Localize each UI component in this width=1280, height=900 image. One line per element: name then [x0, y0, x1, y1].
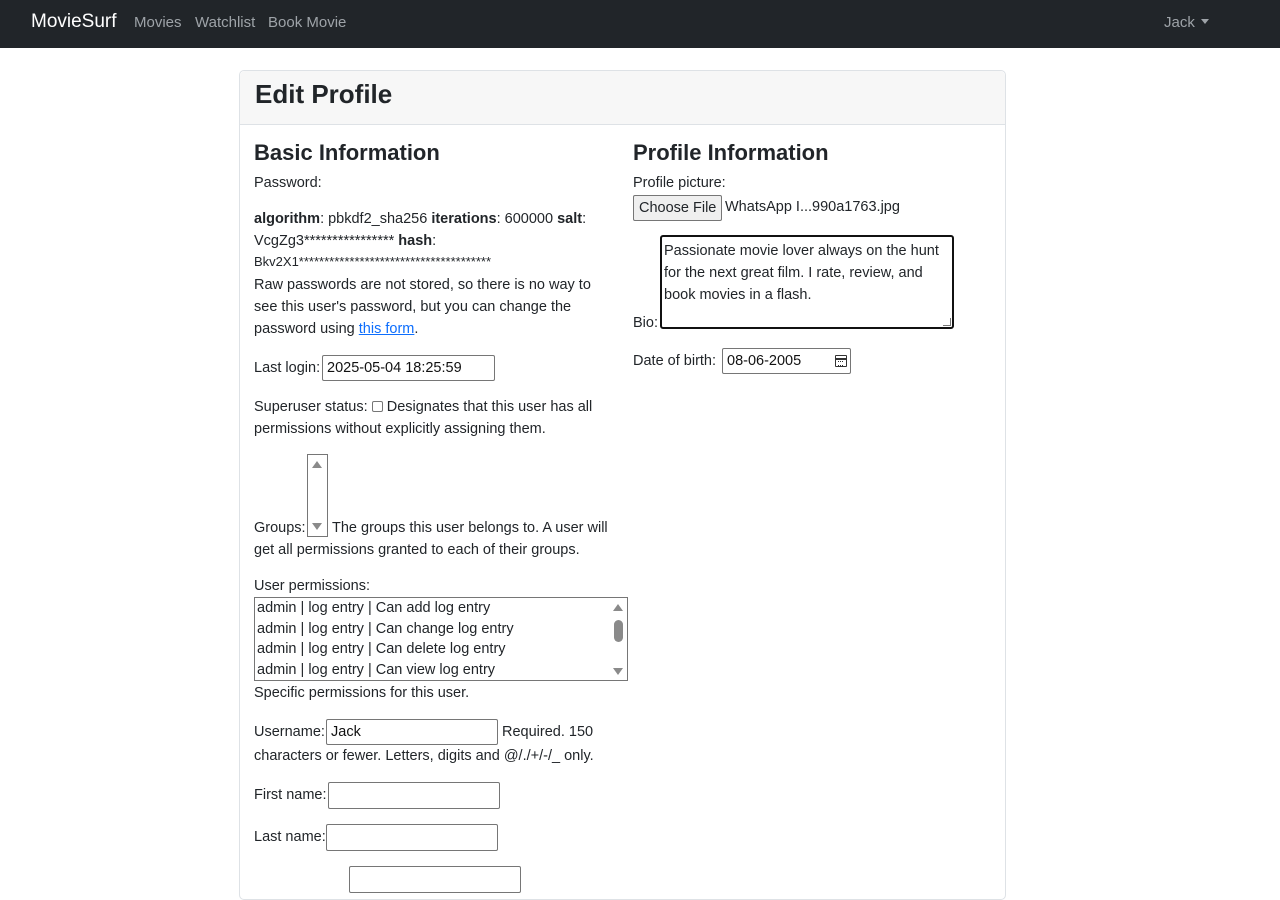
- permissions-help: Specific permissions for this user.: [254, 685, 470, 701]
- superuser-checkbox[interactable]: [371, 401, 383, 412]
- navbar: MovieSurf Movies Watchlist Book Movie Ja…: [0, 0, 1280, 48]
- last-login-label: Last login:: [254, 360, 321, 376]
- hash-algorithm-key: algorithm: [254, 211, 321, 227]
- bio-text: Passionate movie lover always on the hun…: [664, 243, 939, 303]
- date-of-birth-label: Date of birth:: [633, 353, 717, 369]
- hash-hash-key: hash: [398, 233, 433, 249]
- username-input[interactable]: Jack: [326, 719, 498, 745]
- page-title: Edit Profile: [255, 79, 393, 109]
- password-help-pre: Raw passwords are not stored, so there i…: [254, 277, 591, 337]
- last-name-label: Last name:: [254, 829, 326, 845]
- bio-textarea[interactable]: Passionate movie lover always on the hun…: [660, 235, 954, 329]
- last-login-input[interactable]: 2025-05-04 18:25:59: [322, 355, 495, 381]
- permissions-select[interactable]: admin | log entry | Can add log entry ad…: [254, 597, 628, 681]
- password-help-post: .: [414, 321, 419, 337]
- email-input[interactable]: [349, 866, 521, 893]
- card-header: Edit Profile: [240, 71, 1005, 125]
- resize-handle[interactable]: [943, 318, 951, 326]
- superuser-label: Superuser status:: [254, 399, 368, 415]
- first-name-input[interactable]: [328, 782, 500, 809]
- scrollbar-thumb[interactable]: [614, 620, 623, 642]
- permission-option[interactable]: admin | log entry | Can add log entry: [257, 598, 490, 618]
- hash-salt-value: VcgZg3****************: [254, 233, 395, 249]
- edit-profile-card: Edit Profile: [239, 70, 1006, 900]
- hash-iterations-key: iterations: [431, 211, 497, 227]
- profile-info-heading: Profile Information: [633, 140, 829, 165]
- basic-info-heading: Basic Information: [254, 140, 440, 165]
- permission-option[interactable]: admin | log entry | Can change log entry: [257, 619, 514, 639]
- permissions-label: User permissions:: [254, 578, 371, 594]
- nav-link-book-movie[interactable]: Book Movie: [268, 14, 346, 31]
- date-of-birth-value: 08-06-2005: [727, 353, 802, 369]
- calendar-icon[interactable]: [835, 355, 847, 367]
- chevron-down-icon: [1200, 19, 1209, 24]
- brand-logo[interactable]: MovieSurf: [31, 11, 117, 33]
- password-label: Password:: [254, 175, 322, 191]
- permission-option[interactable]: admin | log entry | Can delete log entry: [257, 639, 506, 659]
- chosen-file-name: WhatsApp I...990a1763.jpg: [725, 199, 900, 215]
- hash-iterations-value: : 600000: [496, 211, 554, 227]
- scroll-down-icon[interactable]: [613, 668, 623, 675]
- nav-link-watchlist[interactable]: Watchlist: [195, 14, 255, 31]
- hash-salt-key: salt: [557, 211, 583, 227]
- username-help-b: characters or fewer. Letters, digits and…: [254, 748, 594, 764]
- superuser-field: Superuser status: Designates that this u…: [254, 396, 624, 440]
- password-hash-summary: algorithm: pbkdf2_sha256 iterations: 600…: [254, 211, 587, 269]
- hash-hash-value: Bkv2X1**********************************…: [254, 254, 492, 269]
- hash-algorithm-value: : pbkdf2_sha256: [320, 211, 428, 227]
- user-menu-toggle[interactable]: Jack: [1164, 14, 1209, 31]
- date-of-birth-input[interactable]: 08-06-2005: [722, 348, 851, 374]
- bio-label: Bio:: [633, 315, 658, 331]
- choose-file-button[interactable]: Choose File: [633, 195, 723, 221]
- nav-link-movies[interactable]: Movies: [134, 14, 182, 31]
- username-help-a: Required. 150: [502, 724, 594, 740]
- change-password-link[interactable]: this form: [359, 321, 415, 337]
- permission-option[interactable]: admin | log entry | Can view log entry: [257, 660, 495, 680]
- profile-picture-label: Profile picture:: [633, 175, 726, 191]
- scroll-up-icon[interactable]: [312, 461, 322, 468]
- password-help-text: Raw passwords are not stored, so there i…: [254, 274, 612, 340]
- scroll-up-icon[interactable]: [613, 604, 623, 611]
- user-menu-name: Jack: [1164, 14, 1195, 31]
- groups-help: The groups this user belongs to. A user …: [254, 520, 608, 558]
- first-name-label: First name:: [254, 787, 327, 803]
- username-label: Username:: [254, 724, 325, 740]
- last-name-input[interactable]: [326, 824, 498, 851]
